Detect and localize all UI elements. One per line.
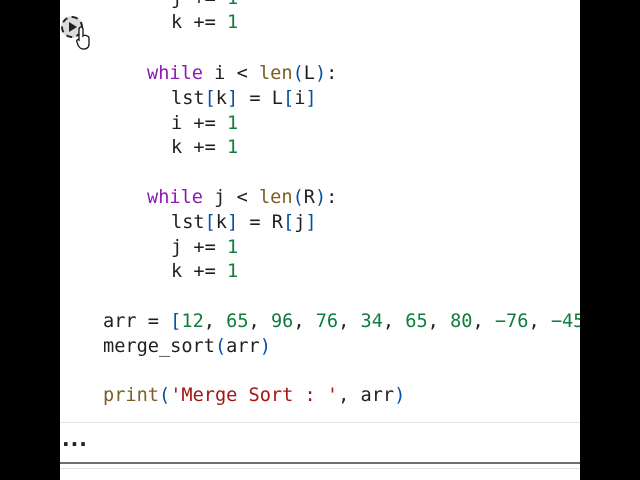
output-collapsed-ellipsis[interactable]: ... bbox=[62, 427, 88, 451]
code-line-10: k += 1 bbox=[171, 261, 239, 282]
code-line-5: i += 1 bbox=[171, 113, 239, 134]
code-line-4: lst[k] = L[i] bbox=[171, 88, 317, 109]
next-cell bbox=[60, 468, 580, 480]
code-line-3: while i < len(L): bbox=[147, 63, 338, 84]
code-editor[interactable]: j += 1 k += 1 while i < len(L): lst[k] =… bbox=[60, 0, 580, 422]
code-line-12: merge_sort(arr) bbox=[103, 336, 271, 357]
cell-divider bbox=[60, 462, 580, 464]
code-line-7: while j < len(R): bbox=[147, 187, 338, 208]
notebook-cell: j += 1 k += 1 while i < len(L): lst[k] =… bbox=[60, 0, 580, 480]
code-line-11: arr = [12, 65, 96, 76, 34, 65, 80, −76, … bbox=[103, 311, 580, 332]
code-line-8: lst[k] = R[j] bbox=[171, 212, 317, 233]
code-line-2: k += 1 bbox=[171, 12, 239, 33]
code-line-13: print('Merge Sort : ', arr) bbox=[103, 385, 406, 406]
cell-output: ... bbox=[60, 422, 580, 463]
code-line-9: j += 1 bbox=[171, 237, 239, 258]
code-line-6: k += 1 bbox=[171, 137, 239, 158]
mouse-pointer-icon bbox=[76, 26, 90, 50]
